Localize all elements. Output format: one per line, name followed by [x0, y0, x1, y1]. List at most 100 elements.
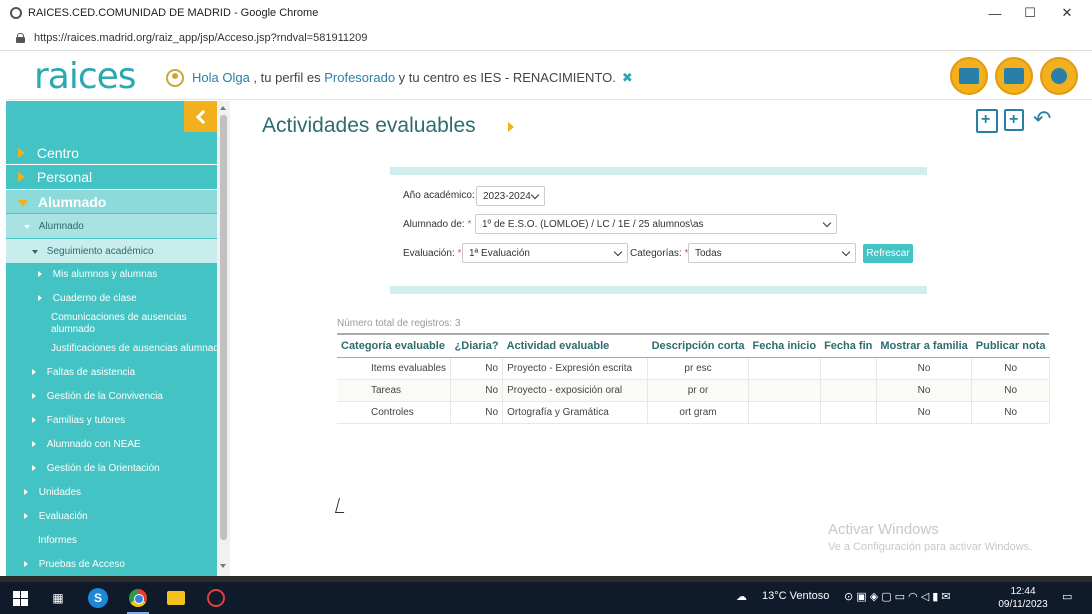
triangle-down-icon [18, 200, 28, 207]
windows-start-icon[interactable] [10, 588, 30, 608]
lock-icon [16, 33, 25, 43]
scroll-up-icon[interactable] [220, 106, 226, 110]
collapse-sidebar-button[interactable] [184, 101, 217, 132]
alumnado-label: Alumnado de: * [403, 219, 472, 230]
categorias-label: Categorías: * [630, 248, 689, 259]
sidebar-item-faltas[interactable]: Faltas de asistencia [6, 365, 217, 380]
chrome-icon[interactable] [128, 588, 148, 608]
back-arrow-icon[interactable]: ↶ [1033, 106, 1055, 131]
col-fecha-inicio[interactable]: Fecha inicio [748, 333, 821, 358]
sidebar-item-personal[interactable]: Personal [6, 165, 217, 189]
col-diaria[interactable]: ¿Diaria? [450, 333, 503, 358]
sidebar-item-neae[interactable]: Alumnado con NEAE [6, 437, 217, 452]
mouse-cursor [337, 498, 347, 512]
copy-document-icon[interactable] [1004, 109, 1024, 131]
url-text[interactable]: https://raices.madrid.org/raiz_app/jsp/A… [34, 32, 367, 44]
chevron-down-icon [822, 218, 832, 228]
table-row[interactable]: Items evaluables No Proyecto - Expresión… [337, 357, 1050, 380]
chevron-down-icon [841, 247, 851, 257]
window-title: RAICES.CED.COMUNIDAD DE MADRID - Google … [28, 7, 319, 19]
triangle-right-icon [24, 561, 28, 567]
settings-gear-icon[interactable] [1040, 57, 1078, 95]
col-descripcion[interactable]: Descripción corta [647, 333, 749, 358]
documents-icon[interactable] [995, 57, 1033, 95]
sidebar-item-alumnado-sub[interactable]: Alumnado [6, 214, 217, 238]
refresh-button[interactable]: Refrescar [863, 244, 913, 263]
greeting-profile: Profesorado [324, 70, 396, 85]
taskbar-clock[interactable]: 12:44 09/11/2023 [996, 585, 1050, 611]
triangle-right-icon [18, 148, 25, 158]
app-icon[interactable] [206, 588, 226, 608]
sidebar-item-alumnado[interactable]: Alumnado [6, 190, 217, 213]
sidebar-scrollbar[interactable] [217, 101, 230, 576]
activation-watermark-title: Activar Windows [828, 521, 939, 538]
sidebar-item-convivencia[interactable]: Gestión de la Convivencia [6, 389, 217, 404]
mail-icon[interactable] [950, 57, 988, 95]
minimize-button[interactable]: — [976, 0, 1014, 26]
chevron-down-icon [613, 247, 623, 257]
sidebar-item-unidades[interactable]: Unidades [6, 485, 217, 500]
triangle-right-icon [32, 417, 36, 423]
evaluacion-label: Evaluación: * [403, 248, 462, 259]
sidebar-item-orientacion[interactable]: Gestión de la Orientación [6, 461, 217, 476]
change-profile-icon[interactable]: ✖ [622, 70, 633, 85]
chevron-down-icon [530, 190, 540, 200]
col-actividad[interactable]: Actividad evaluable [502, 333, 648, 358]
sidebar-item-familias[interactable]: Familias y tutores [6, 413, 217, 428]
col-mostrar-familia[interactable]: Mostrar a familia [876, 333, 972, 358]
file-explorer-icon[interactable] [166, 588, 186, 608]
triangle-right-icon [32, 465, 36, 471]
activities-table: Categoría evaluable ¿Diaria? Actividad e… [337, 333, 1050, 424]
scrollbar-thumb[interactable] [220, 115, 227, 540]
notifications-icon[interactable]: ▭ [1062, 590, 1072, 603]
sidebar-item-seguimiento[interactable]: Seguimiento académico [6, 239, 217, 263]
page-title: Actividades evaluables [262, 114, 476, 137]
sidebar-item-mis-alumnos[interactable]: Mis alumnos y alumnas [6, 267, 217, 282]
greeting-name: Hola Olga [192, 70, 250, 85]
anio-label: Año académico: [403, 190, 475, 201]
col-fecha-fin[interactable]: Fecha fin [820, 333, 877, 358]
raices-logo[interactable]: raices [34, 56, 137, 97]
title-arrow-icon [508, 122, 514, 132]
triangle-right-icon [32, 441, 36, 447]
weather-text[interactable]: 13°C Ventoso [762, 590, 829, 602]
sidebar-item-comunicaciones[interactable]: Comunicaciones de ausencias alumnado [6, 311, 217, 337]
sidebar-item-cuaderno[interactable]: Cuaderno de clase [6, 291, 217, 306]
table-row[interactable]: Tareas No Proyecto - exposición oral pr … [337, 379, 1050, 402]
triangle-right-icon [32, 393, 36, 399]
chevron-left-icon [195, 109, 211, 124]
new-document-icon[interactable] [976, 109, 998, 133]
skype-icon[interactable]: S [88, 588, 108, 608]
sidebar-menu: Centro Personal Alumnado Alumnado Seguim… [6, 101, 217, 576]
col-publicar-nota[interactable]: Publicar nota [971, 333, 1050, 358]
triangle-right-icon [24, 489, 28, 495]
user-icon [166, 69, 184, 87]
site-favicon-icon [10, 7, 22, 19]
sidebar-item-centro[interactable]: Centro [6, 141, 217, 165]
tray-icons[interactable]: ⊙ ▣ ◈ ▢ ▭ ◠ ◁ ▮ ✉ [844, 590, 951, 603]
sidebar-item-justificaciones[interactable]: Justificaciones de ausencias alumnado [6, 342, 217, 355]
table-row[interactable]: Controles No Ortografía y Gramática ort … [337, 401, 1050, 424]
table-header-row: Categoría evaluable ¿Diaria? Actividad e… [337, 333, 1050, 358]
close-window-button[interactable]: ✕ [1048, 0, 1086, 26]
alumnado-select[interactable]: 1º de E.S.O. (LOMLOE) / LC / 1E / 25 alu… [475, 214, 837, 234]
scroll-down-icon[interactable] [220, 564, 226, 568]
sidebar-item-evaluacion[interactable]: Evaluación [6, 509, 217, 524]
task-view-icon[interactable]: ▦ [48, 588, 68, 608]
sidebar-item-informes[interactable]: Informes [6, 533, 217, 548]
col-categoria[interactable]: Categoría evaluable [337, 333, 451, 358]
evaluacion-select[interactable]: 1ª Evaluación [462, 243, 628, 263]
categorias-select[interactable]: Todas [688, 243, 856, 263]
sidebar-item-pruebas[interactable]: Pruebas de Acceso [6, 557, 217, 572]
filter-band-bottom [390, 286, 927, 294]
windows-taskbar: ▦ S ☁ 13°C Ventoso ⊙ ▣ ◈ ▢ ▭ ◠ ◁ ▮ ✉ 12:… [0, 582, 1092, 614]
filter-band-top [390, 167, 927, 175]
triangle-right-icon [38, 295, 42, 301]
triangle-right-icon [18, 172, 25, 182]
record-count: Número total de registros: 3 [337, 318, 461, 329]
triangle-right-icon [32, 369, 36, 375]
address-bar[interactable]: https://raices.madrid.org/raiz_app/jsp/A… [0, 26, 1092, 51]
anio-select[interactable]: 2023-2024 [476, 186, 545, 206]
maximize-button[interactable]: ☐ [1011, 0, 1049, 26]
weather-icon[interactable]: ☁ [736, 590, 747, 603]
